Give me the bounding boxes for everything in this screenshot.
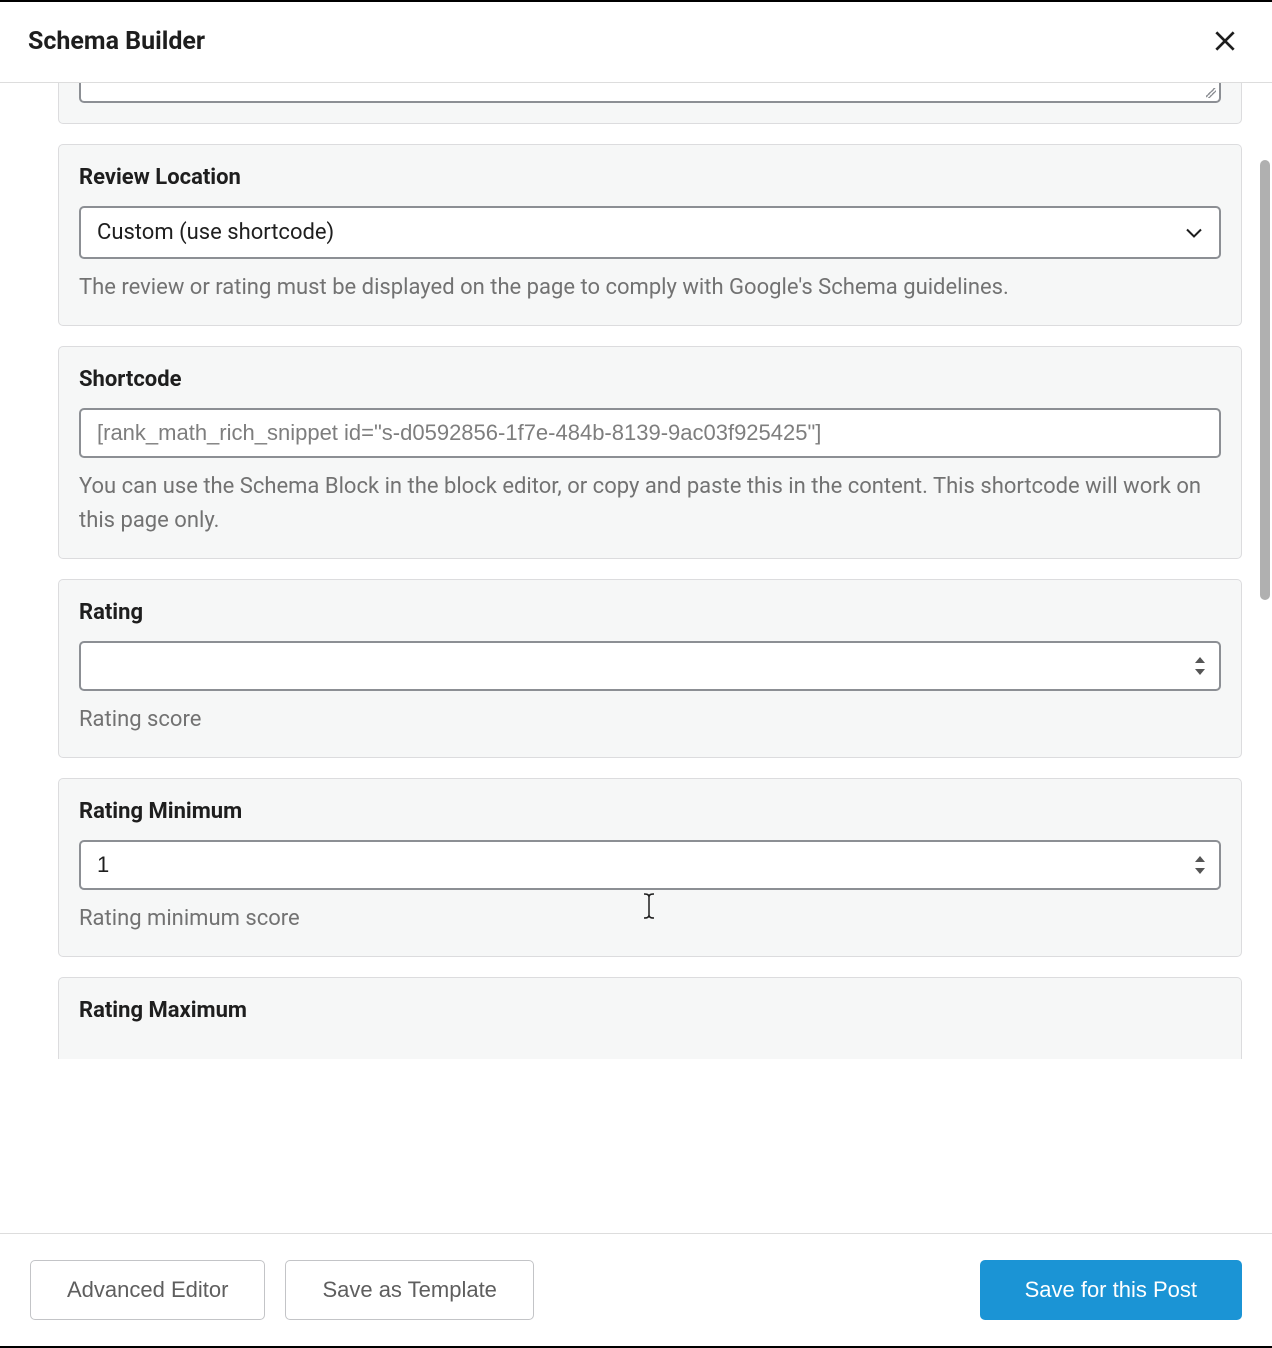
modal-body: Review Location Custom (use shortcode) T… [0, 83, 1272, 1231]
rating-label: Rating [79, 600, 1221, 625]
shortcode-input[interactable] [79, 408, 1221, 458]
modal-title: Schema Builder [28, 27, 205, 56]
panel-rating-minimum: Rating Minimum Rating minimum score [58, 778, 1242, 957]
rating-help: Rating score [79, 703, 1221, 737]
scrollbar-thumb[interactable] [1260, 160, 1270, 600]
shortcode-label: Shortcode [79, 367, 1221, 392]
panel-review-location: Review Location Custom (use shortcode) T… [58, 144, 1242, 326]
panel-shortcode: Shortcode You can use the Schema Block i… [58, 346, 1242, 559]
rating-maximum-label: Rating Maximum [79, 998, 1221, 1023]
rating-minimum-help: Rating minimum score [79, 902, 1221, 936]
save-as-template-button[interactable]: Save as Template [285, 1260, 533, 1320]
panel-rating-maximum: Rating Maximum [58, 977, 1242, 1059]
review-location-label: Review Location [79, 165, 1221, 190]
close-button[interactable] [1206, 22, 1244, 60]
close-icon [1212, 28, 1238, 54]
rating-minimum-label: Rating Minimum [79, 799, 1221, 824]
modal-footer: Advanced Editor Save as Template Save fo… [0, 1233, 1272, 1346]
panel-previous-trail [58, 83, 1242, 124]
shortcode-help: You can use the Schema Block in the bloc… [79, 470, 1221, 538]
advanced-editor-button[interactable]: Advanced Editor [30, 1260, 265, 1320]
review-location-select[interactable]: Custom (use shortcode) [79, 206, 1221, 259]
save-for-post-button[interactable]: Save for this Post [980, 1260, 1242, 1320]
review-location-help: The review or rating must be displayed o… [79, 271, 1221, 305]
panel-rating: Rating Rating score [58, 579, 1242, 758]
modal-header: Schema Builder [0, 0, 1272, 83]
textarea-resize-handle[interactable] [79, 83, 1221, 103]
rating-minimum-input[interactable] [79, 840, 1221, 890]
rating-input[interactable] [79, 641, 1221, 691]
